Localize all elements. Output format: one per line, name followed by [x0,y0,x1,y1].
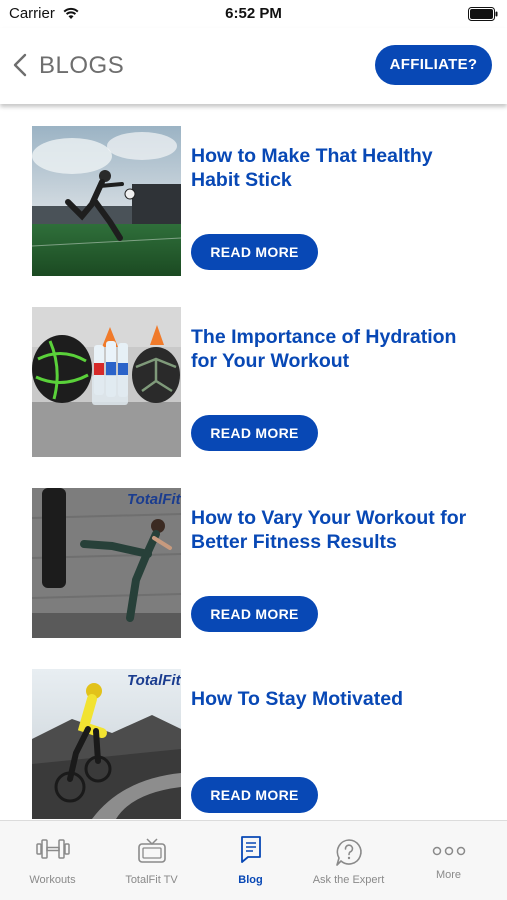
totalfit-watermark: TotalFit [127,672,181,689]
tab-workouts[interactable]: Workouts [2,821,103,900]
question-bubble-icon [335,839,362,866]
tab-more[interactable]: More [398,821,499,900]
blog-list[interactable]: How to Make That Healthy Habit Stick REA… [0,104,507,820]
status-bar: Carrier 6:52 PM [0,0,507,28]
soccer-player-image [32,126,181,276]
balls-and-water-bottles-image [32,307,181,457]
dumbbell-icon [35,839,70,859]
blog-list-item: TotalFit How To Stay Motivated READ MORE [0,669,507,819]
blog-list-item: TotalFit How to Vary Your Workout for Be… [0,488,507,638]
tab-label: Ask the Expert [312,874,385,886]
tab-totalfit-tv[interactable]: TotalFit TV [101,821,202,900]
clock-time: 6:52 PM [225,5,282,22]
navigation-header: BLOGS AFFILIATE? [0,28,507,104]
tab-blog[interactable]: Blog [200,821,301,900]
cyclist-image [32,669,181,819]
blog-thumbnail-cyclist[interactable]: TotalFit [32,669,181,819]
read-more-button[interactable]: READ MORE [191,777,318,813]
read-more-button[interactable]: READ MORE [191,415,318,451]
blog-thumbnail-kickboxing[interactable]: TotalFit [32,488,181,638]
read-more-button[interactable]: READ MORE [191,234,318,270]
read-more-button[interactable]: READ MORE [191,596,318,632]
tab-label: Workouts [29,874,76,886]
tab-label: More [435,869,462,881]
blog-icon [240,836,261,863]
kickboxing-image [32,488,181,638]
blog-thumbnail-hydration[interactable] [32,307,181,457]
tab-label: Blog [238,874,263,886]
blog-list-item: The Importance of Hydration for Your Wor… [0,307,507,457]
totalfit-watermark: TotalFit [127,491,181,508]
blog-title[interactable]: How to Make That Healthy Habit Stick [191,144,481,192]
back-chevron-icon[interactable] [10,52,32,78]
page-title: BLOGS [39,52,125,79]
tab-bar: Workouts TotalFit TV Blog Ask the Expert… [0,820,507,900]
blog-title[interactable]: How To Stay Motivated [191,687,481,711]
blog-thumbnail-soccer[interactable] [32,126,181,276]
tv-icon [137,838,166,863]
tab-label: TotalFit TV [125,874,178,886]
affiliate-button[interactable]: AFFILIATE? [375,45,492,85]
battery-icon [468,7,498,21]
tab-ask-the-expert[interactable]: Ask the Expert [298,821,399,900]
more-dots-icon [432,846,465,856]
blog-title[interactable]: The Importance of Hydration for Your Wor… [191,325,481,373]
blog-title[interactable]: How to Vary Your Workout for Better Fitn… [191,506,481,554]
blog-list-item: How to Make That Healthy Habit Stick REA… [0,126,507,276]
